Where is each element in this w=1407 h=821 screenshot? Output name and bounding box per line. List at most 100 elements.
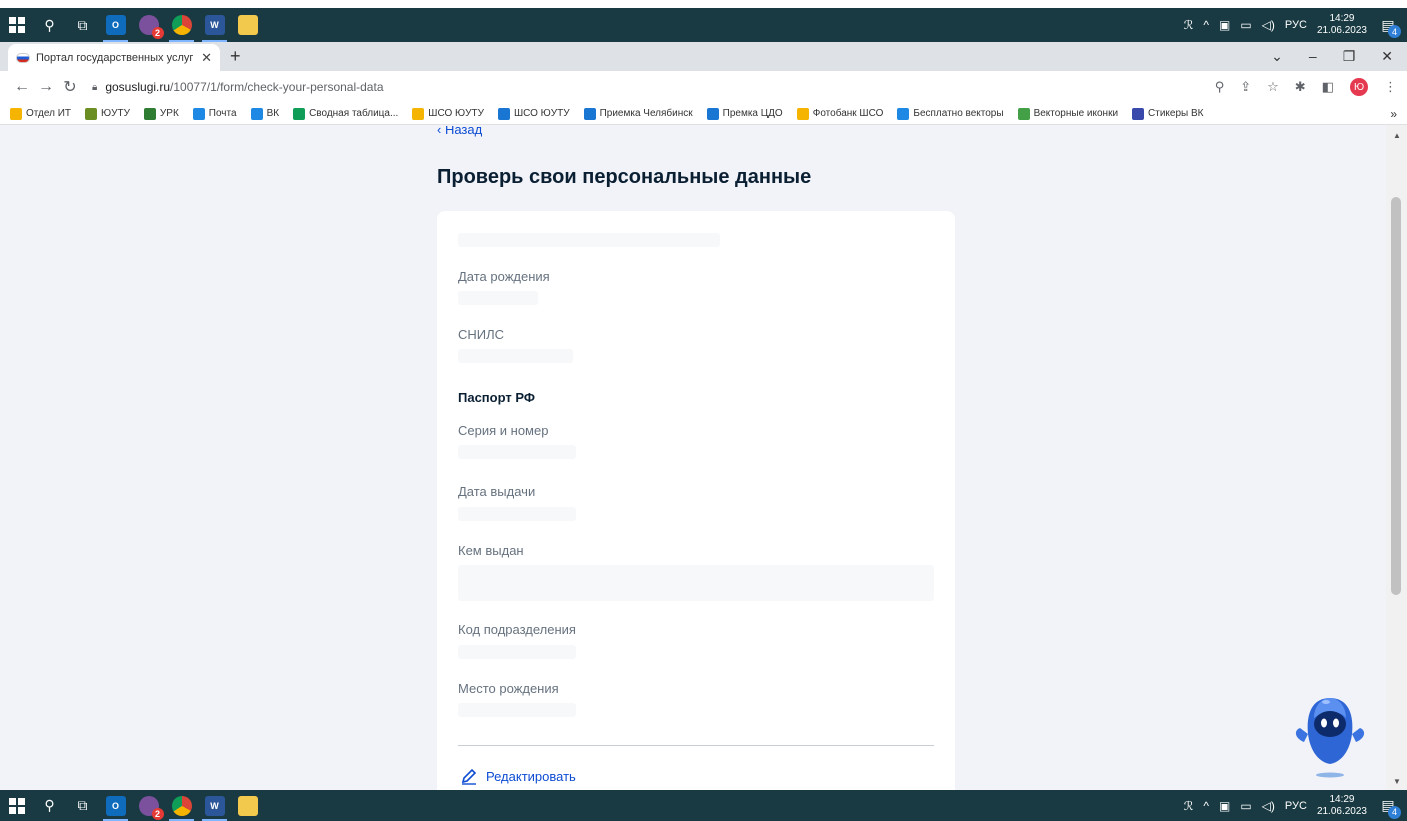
chevron-up-icon[interactable]: ^ — [1203, 799, 1209, 813]
back-arrow-icon[interactable]: ← — [10, 78, 34, 96]
menu-icon[interactable]: ⋮ — [1384, 79, 1397, 95]
bookmark-item[interactable]: ШСО ЮУТУ — [497, 107, 570, 120]
network-icon[interactable]: ▣ — [1219, 18, 1230, 32]
bookmark-item[interactable]: ВК — [250, 107, 279, 120]
passport-section-title: Паспорт РФ — [458, 390, 535, 405]
notification-icon[interactable]: ▤ 4 — [1377, 795, 1401, 819]
people-icon[interactable]: ℛ — [1184, 18, 1194, 32]
tab-gosuslugi[interactable]: Портал государственных услуг ✕ — [8, 44, 220, 71]
chrome-icon — [171, 795, 192, 816]
clock[interactable]: 14:29 21.06.2023 — [1317, 13, 1367, 37]
bookmark-favicon-icon — [897, 107, 910, 120]
chrome-button-bottom[interactable] — [165, 790, 198, 821]
word-button-bottom[interactable]: W — [198, 790, 231, 821]
extensions-icon[interactable]: ✱ — [1295, 79, 1306, 95]
start-button[interactable] — [0, 8, 33, 42]
bookmark-label: Сводная таблица... — [309, 108, 399, 119]
task-view-icon[interactable]: ⧉ — [66, 8, 99, 42]
bookmark-label: Премка ЦДО — [722, 108, 783, 119]
bookmark-item[interactable]: ШСО ЮУТУ — [412, 107, 484, 120]
zoom-icon[interactable]: ⚲ — [1215, 79, 1225, 95]
bookmark-item[interactable]: Сводная таблица... — [293, 107, 399, 120]
russia-flag-icon — [16, 52, 30, 63]
close-icon[interactable]: ✕ — [201, 50, 212, 66]
close-window-button[interactable]: ✕ — [1381, 48, 1393, 65]
bookmark-favicon-icon — [1132, 107, 1145, 120]
tab-search-icon[interactable]: ⌄ — [1271, 48, 1283, 65]
back-link[interactable]: ‹ Назад — [437, 126, 482, 138]
forward-arrow-icon[interactable]: → — [34, 78, 58, 96]
bookmark-favicon-icon — [143, 107, 156, 120]
search-icon[interactable]: ⚲ — [33, 790, 66, 821]
birth-date-value — [458, 291, 538, 305]
network-icon[interactable]: ▣ — [1219, 799, 1230, 813]
battery-icon[interactable]: ▭ — [1240, 799, 1251, 813]
word-button[interactable]: W — [198, 8, 231, 42]
notification-icon[interactable]: ▤ 4 — [1377, 14, 1401, 38]
task-view-icon[interactable]: ⧉ — [66, 790, 99, 821]
share-icon[interactable]: ⇪ — [1240, 79, 1251, 95]
chrome-button[interactable] — [165, 8, 198, 42]
language-indicator[interactable]: РУС — [1285, 800, 1307, 812]
bookmark-label: Приемка Челябинск — [599, 108, 693, 119]
restore-button[interactable]: ❐ — [1343, 48, 1356, 65]
folder-icon — [237, 795, 258, 816]
tab-strip: Портал государственных услуг ✕ + ⌄ – ❐ ✕ — [0, 42, 1407, 71]
bookmark-item[interactable]: УРК — [143, 107, 179, 120]
url-host: gosuslugi.ru — [105, 80, 171, 94]
bookmark-item[interactable]: Бесплатно векторы — [897, 107, 1004, 120]
edit-button[interactable]: Редактировать — [460, 767, 576, 785]
tab-title: Портал государственных услуг — [36, 51, 194, 64]
bookmarks-bar: Отдел ИТ ЮУТУ УРК Почта ВК Сводная таблица...… — [0, 103, 1407, 125]
reload-icon[interactable]: ↻ — [58, 77, 82, 97]
start-button-bottom[interactable] — [0, 790, 33, 821]
lock-icon: 🔒︎ — [92, 81, 98, 93]
clock-time: 14:29 — [1329, 13, 1355, 24]
clock[interactable]: 14:29 21.06.2023 — [1317, 794, 1367, 818]
assistant-robot-icon[interactable] — [1290, 690, 1370, 780]
people-icon[interactable]: ℛ — [1184, 799, 1194, 813]
outlook-button[interactable]: O — [99, 8, 132, 42]
scroll-up-arrow-icon[interactable]: ▲ — [1393, 131, 1401, 140]
battery-icon[interactable]: ▭ — [1240, 18, 1251, 32]
more-bookmarks-button[interactable]: » — [1390, 107, 1397, 121]
scrollbar-thumb[interactable] — [1391, 197, 1401, 595]
url-field[interactable]: 🔒︎ gosuslugi.ru /10077/1/form/check-your… — [92, 80, 1215, 94]
folder-icon — [237, 15, 258, 35]
volume-icon[interactable]: ◁) — [1262, 799, 1275, 813]
bookmark-item[interactable]: Фотобанк ШСО — [796, 107, 884, 120]
viber-button[interactable]: 2 — [132, 8, 165, 42]
explorer-button[interactable] — [231, 8, 264, 42]
bookmark-item[interactable]: Векторные иконки — [1017, 107, 1118, 120]
issued-by-value — [458, 565, 934, 601]
new-tab-button[interactable]: + — [230, 46, 241, 67]
star-icon[interactable]: ☆ — [1267, 79, 1279, 95]
profile-avatar[interactable]: Ю — [1350, 78, 1368, 96]
side-panel-icon[interactable]: ◧ — [1322, 79, 1334, 95]
bookmark-item[interactable]: Почта — [192, 107, 237, 120]
bookmark-label: ШСО ЮУТУ — [513, 108, 570, 119]
vertical-scrollbar[interactable]: ▲ ▼ — [1386, 125, 1407, 790]
viber-badge: 2 — [151, 27, 164, 39]
issued-by-label: Кем выдан — [458, 543, 524, 558]
bookmark-item[interactable]: Отдел ИТ — [10, 107, 71, 120]
bookmark-item[interactable]: Стикеры ВК — [1132, 107, 1204, 120]
viber-icon: 2 — [138, 15, 164, 39]
minimize-button[interactable]: – — [1309, 48, 1317, 65]
taskbar-bottom: ⚲ ⧉ O 2 W ℛ ^ ▣ ▭ ◁) РУС 14:29 21.06.202… — [0, 790, 1407, 821]
bookmark-label: Стикеры ВК — [1148, 108, 1204, 119]
explorer-button-bottom[interactable] — [231, 790, 264, 821]
bookmark-item[interactable]: ЮУТУ — [85, 107, 130, 120]
scroll-down-arrow-icon[interactable]: ▼ — [1393, 777, 1401, 786]
bookmark-favicon-icon — [85, 107, 97, 120]
viber-button-bottom[interactable]: 2 — [132, 790, 165, 821]
bookmark-item[interactable]: Приемка Челябинск — [583, 107, 693, 120]
bookmark-label: Фотобанк ШСО — [812, 108, 884, 119]
chevron-up-icon[interactable]: ^ — [1203, 18, 1209, 32]
search-icon[interactable]: ⚲ — [33, 8, 66, 42]
language-indicator[interactable]: РУС — [1285, 19, 1307, 31]
volume-icon[interactable]: ◁) — [1262, 18, 1275, 32]
outlook-icon: O — [105, 15, 126, 35]
bookmark-item[interactable]: Премка ЦДО — [706, 107, 783, 120]
outlook-button-bottom[interactable]: O — [99, 790, 132, 821]
